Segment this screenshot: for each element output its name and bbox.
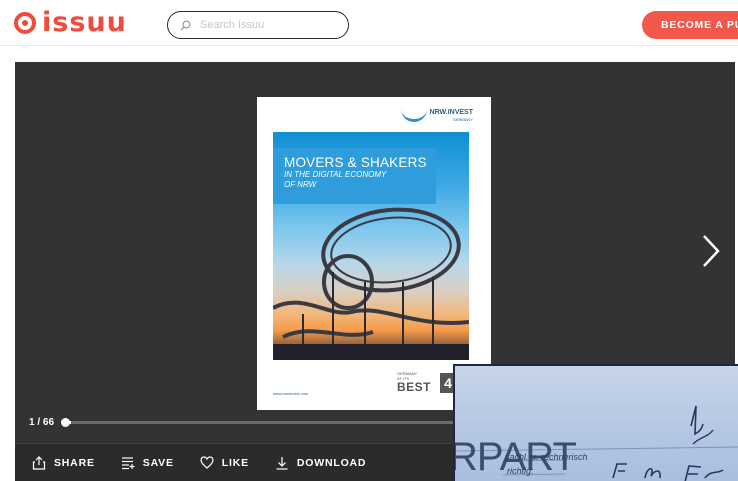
search-bar[interactable]: [167, 11, 349, 39]
publisher-swoosh-icon: [400, 108, 427, 122]
like-label: LIKE: [221, 456, 249, 469]
next-page-button[interactable]: [699, 232, 723, 270]
overlay-handwritten-2: richtig:: [507, 466, 534, 476]
cover-title: MOVERS & SHAKERS: [284, 155, 427, 170]
heart-icon: [200, 456, 214, 469]
issuu-logo[interactable]: issuu: [14, 9, 127, 37]
save-label: SAVE: [142, 456, 174, 469]
scanned-document-overlay: RPART sachl. u. rechnerisch richtig:: [453, 364, 738, 481]
search-icon: [180, 19, 191, 31]
publisher-sub: GERMANY: [452, 116, 473, 122]
share-icon: [32, 455, 46, 470]
download-label: DOWNLOAD: [296, 456, 367, 469]
page-progress-thumb[interactable]: [61, 418, 70, 427]
chevron-right-icon: [703, 235, 720, 267]
page-progress-track[interactable]: [65, 421, 465, 424]
cover-title-box: MOVERS & SHAKERS IN THE DIGITAL ECONOMY …: [273, 148, 436, 204]
award-logo: GERMANY AT ITS BEST 4: [397, 371, 459, 397]
share-label: SHARE: [54, 456, 95, 469]
overlay-handwritten-1: sachl. u. rechnerisch: [505, 452, 588, 462]
logo-text: issuu: [42, 7, 127, 38]
publisher-logo: NRW.INVEST GERMANY: [400, 108, 473, 122]
page-indicator: 1 / 66: [29, 417, 55, 428]
search-input[interactable]: [200, 19, 340, 31]
download-button[interactable]: DOWNLOAD: [275, 456, 366, 470]
publisher-name: NRW.INVEST: [429, 108, 473, 116]
issuu-logo-icon: [14, 12, 36, 34]
cover-subtitle-2: OF NRW: [284, 180, 317, 189]
save-button[interactable]: SAVE: [121, 456, 174, 470]
like-button[interactable]: LIKE: [200, 456, 249, 469]
download-icon: [276, 456, 288, 470]
top-header: issuu BECOME A PUBLISHER: [0, 0, 738, 46]
share-button[interactable]: SHARE: [32, 455, 95, 470]
save-icon: [121, 456, 135, 469]
cover-subtitle-1: IN THE DIGITAL ECONOMY: [284, 170, 387, 179]
cover-url: www.nrwinvest.com: [273, 391, 309, 396]
become-publisher-button[interactable]: BECOME A PUBLISHER: [642, 11, 738, 39]
